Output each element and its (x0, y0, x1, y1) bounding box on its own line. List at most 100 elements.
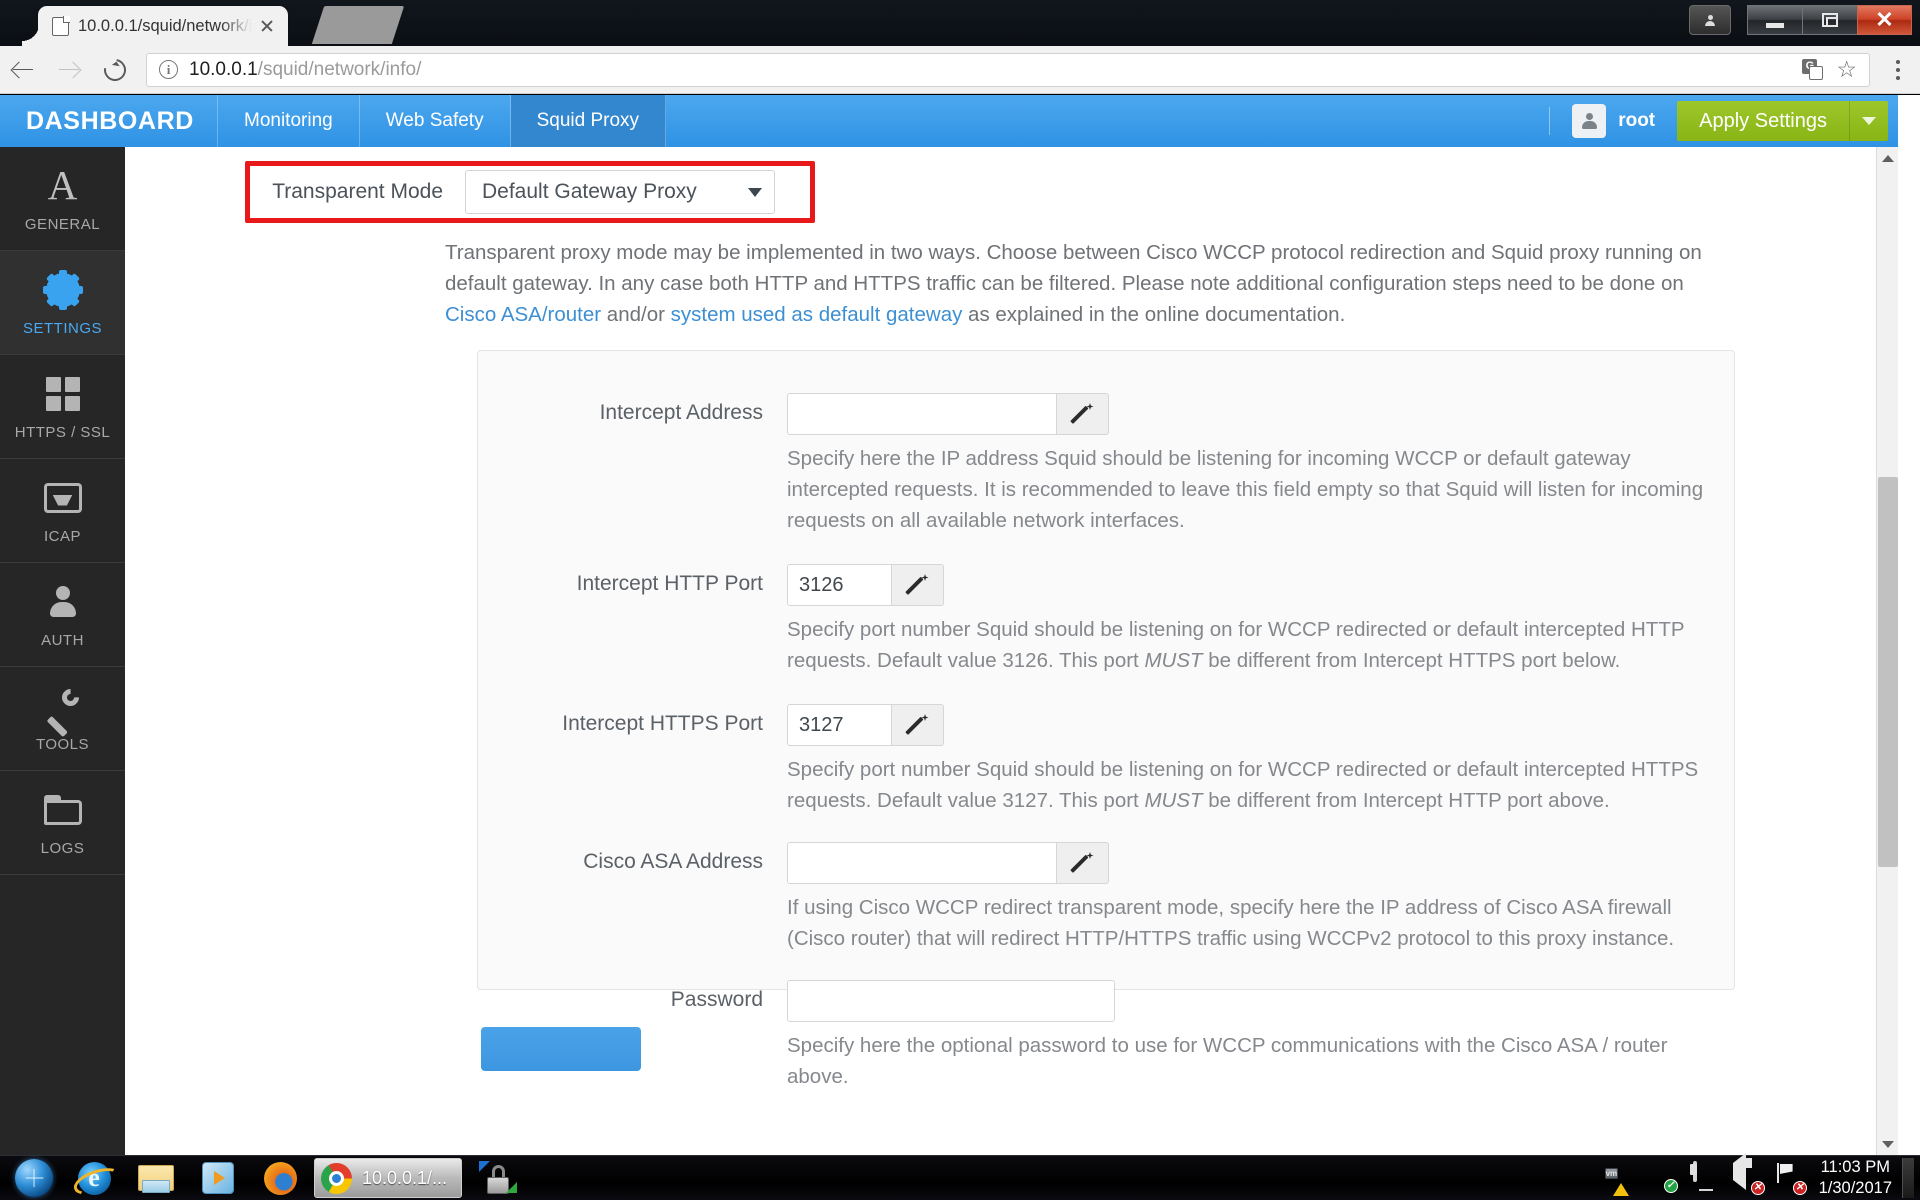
intro-text-part1: Transparent proxy mode may be implemente… (445, 241, 1702, 295)
action-center-flag-icon[interactable]: ✕ (1773, 1163, 1803, 1193)
taskbar-internet-explorer[interactable]: e (64, 1158, 124, 1198)
url-host: 10.0.0.1 (189, 59, 258, 80)
apply-settings-dropdown-button[interactable] (1850, 101, 1888, 141)
intercept-address-input[interactable] (787, 393, 1057, 435)
desc-post: be different from Intercept HTTP port ab… (1203, 789, 1610, 812)
cisco-asa-address-input[interactable] (787, 842, 1057, 884)
tab-title: 10.0.0.1/squid/network/i (78, 17, 252, 36)
forward-arrow-icon (58, 59, 80, 81)
sidebar-item-label: AUTH (41, 632, 84, 649)
scroll-down-button[interactable] (1877, 1133, 1898, 1155)
desc-emphasis: MUST (1144, 649, 1202, 672)
sidebar-item-auth[interactable]: AUTH (0, 563, 125, 667)
taskbar-secure-app[interactable] (464, 1158, 524, 1198)
sidebar-item-general[interactable]: A GENERAL (0, 147, 125, 251)
desc-post: be different from Intercept HTTPS port b… (1203, 649, 1621, 672)
intro-text-part2: and/or (601, 303, 671, 326)
sidebar-item-label: TOOLS (36, 736, 89, 753)
window-controls: ✕ (1689, 2, 1912, 35)
url-path: /squid/network/info/ (258, 59, 422, 80)
translate-icon[interactable]: G (1802, 59, 1824, 81)
chevron-down-icon (1862, 117, 1876, 125)
tab-close-icon[interactable] (256, 15, 278, 37)
brand-logo[interactable]: DASHBOARD (0, 95, 218, 147)
new-tab-button[interactable] (312, 6, 404, 44)
default-gateway-link[interactable]: system used as default gateway (671, 303, 963, 326)
field-description: Specify here the IP address Squid should… (787, 443, 1727, 536)
firefox-icon (264, 1162, 297, 1195)
nav-tab-web-safety[interactable]: Web Safety (360, 95, 511, 147)
field-input-group (787, 842, 1109, 884)
app-header-right: root Apply Settings (1549, 95, 1898, 147)
media-player-icon (202, 1162, 234, 1194)
field-label: Cisco ASA Address (478, 850, 763, 874)
forward-button[interactable] (46, 47, 92, 93)
sidebar-item-label: ICAP (44, 528, 81, 545)
start-button[interactable] (6, 1158, 62, 1198)
sidebar-item-logs[interactable]: LOGS (0, 771, 125, 875)
intro-text-part3: as explained in the online documentation… (962, 303, 1345, 326)
volume-muted-icon[interactable]: ✕ (1731, 1163, 1761, 1193)
magic-wand-button[interactable] (1057, 393, 1109, 435)
close-button[interactable]: ✕ (1857, 5, 1912, 35)
magic-wand-button[interactable] (892, 564, 944, 606)
field-description: Specify port number Squid should be list… (787, 614, 1727, 676)
taskbar-media-player[interactable] (188, 1158, 248, 1198)
windows-logo-icon (15, 1159, 53, 1197)
gear-icon (46, 269, 80, 311)
site-info-icon[interactable]: i (159, 60, 178, 79)
avatar[interactable] (1572, 104, 1606, 138)
save-button[interactable] (481, 1027, 641, 1071)
monitor-icon[interactable] (1689, 1163, 1719, 1193)
clock-date: 1/30/2017 (1819, 1178, 1892, 1199)
magic-wand-button[interactable] (892, 704, 944, 746)
cisco-asa-router-link[interactable]: Cisco ASA/router (445, 303, 601, 326)
sidebar-item-label: SETTINGS (23, 320, 102, 337)
field-label: Intercept HTTP Port (478, 572, 763, 596)
star-icon[interactable]: ☆ (1836, 58, 1857, 81)
password-input[interactable] (787, 980, 1115, 1022)
reload-icon (100, 54, 131, 85)
intro-paragraph: Transparent proxy mode may be implemente… (445, 237, 1730, 330)
transparent-settings-panel: Intercept Address Specify here the IP ad… (477, 350, 1735, 990)
app-header: DASHBOARD Monitoring Web Safety Squid Pr… (0, 95, 1898, 147)
sidebar-item-tools[interactable]: TOOLS (0, 667, 125, 771)
taskbar-file-explorer[interactable] (126, 1158, 186, 1198)
omnibox-actions: G ☆ (1802, 58, 1861, 81)
sidebar-item-settings[interactable]: SETTINGS (0, 251, 125, 355)
show-desktop-button[interactable] (1902, 1158, 1914, 1198)
nav-tab-monitoring[interactable]: Monitoring (218, 95, 360, 147)
magic-wand-button[interactable] (1057, 842, 1109, 884)
nav-tab-squid-proxy[interactable]: Squid Proxy (511, 95, 666, 147)
lock-icon (479, 1161, 517, 1195)
page-scrollbar[interactable] (1876, 147, 1898, 1155)
intercept-https-port-input[interactable]: 3127 (787, 704, 892, 746)
browser-tab[interactable]: 10.0.0.1/squid/network/i (38, 6, 288, 46)
taskbar-clock[interactable]: 11:03 PM 1/30/2017 (1819, 1157, 1892, 1199)
page-favicon-icon (52, 17, 69, 36)
sidebar-item-icap[interactable]: ICAP (0, 459, 125, 563)
minimize-button[interactable] (1747, 5, 1802, 35)
maximize-button[interactable] (1802, 5, 1857, 35)
taskbar-firefox[interactable] (250, 1158, 310, 1198)
vm-warning-icon[interactable]: vm (1605, 1163, 1635, 1193)
three-dot-menu-icon[interactable] (1884, 53, 1912, 87)
chrome-icon (321, 1163, 352, 1194)
folder-icon (44, 789, 82, 831)
field-input-group: 3127 (787, 704, 944, 746)
address-bar[interactable]: i 10.0.0.1/squid/network/info/ G ☆ (146, 53, 1870, 87)
apply-settings-button[interactable]: Apply Settings (1677, 101, 1850, 141)
field-label: Intercept Address (478, 401, 763, 425)
reload-button[interactable] (92, 47, 138, 93)
scroll-up-button[interactable] (1877, 147, 1898, 169)
intercept-http-port-input[interactable]: 3126 (787, 564, 892, 606)
taskbar-chrome-window[interactable]: 10.0.0.1/... (314, 1158, 462, 1198)
user-account-icon[interactable] (1689, 5, 1731, 35)
network-connected-icon[interactable]: ✓ (1647, 1163, 1677, 1193)
field-input-group (787, 393, 1109, 435)
sidebar-item-https-ssl[interactable]: HTTPS / SSL (0, 355, 125, 459)
back-button[interactable] (0, 47, 46, 93)
wrench-icon (45, 685, 81, 727)
scrollbar-thumb[interactable] (1878, 477, 1898, 867)
field-input-group (787, 980, 1115, 1022)
